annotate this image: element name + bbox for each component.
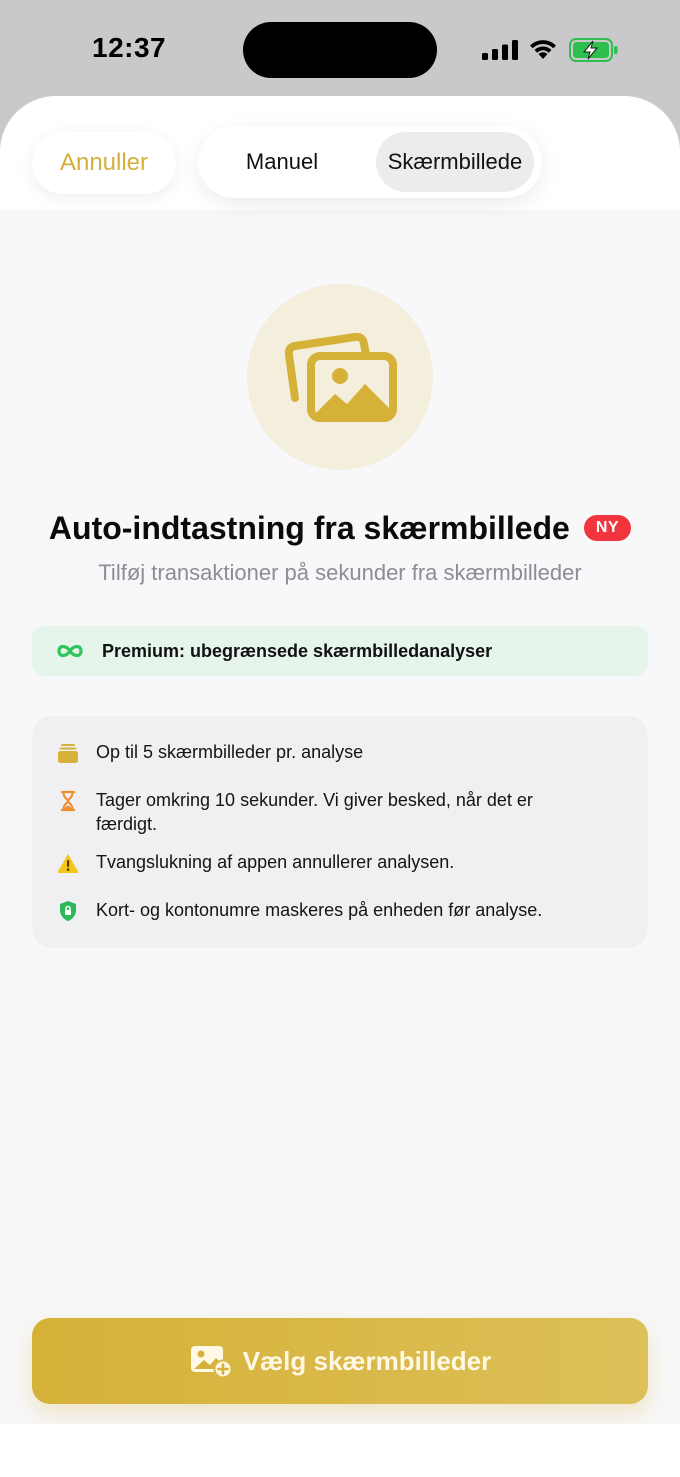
info-item-text: Op til 5 skærmbilleder pr. analyse xyxy=(96,742,364,762)
info-item-limit: Op til 5 skærmbilleder pr. analyse xyxy=(56,740,576,765)
tab-screenshot[interactable]: Skærmbillede xyxy=(376,132,534,192)
infinity-icon xyxy=(57,644,83,658)
choose-screenshots-label: Vælg skærmbilleder xyxy=(242,1345,492,1376)
info-card: Op til 5 skærmbilleder pr. analyse Tager… xyxy=(32,716,648,948)
sheet-bottom-area xyxy=(0,1424,680,1477)
warning-icon xyxy=(57,854,79,873)
premium-banner: Premium: ubegrænsede skærmbilledanalyser xyxy=(32,626,648,676)
info-item-text: Tager omkring 10 sekunder. Vi giver besk… xyxy=(96,790,533,834)
stack-icon xyxy=(58,744,78,763)
modal-sheet: Annuller Manuel Skærmbillede Auto-indtas… xyxy=(0,96,680,1477)
info-item-text: Kort- og kontonumre maskeres på enheden … xyxy=(96,900,543,920)
mode-segmented-control: Manuel Skærmbillede xyxy=(198,126,542,198)
premium-banner-text: Premium: ubegrænsede skærmbilledanalyser xyxy=(102,640,493,661)
hourglass-icon xyxy=(60,790,76,812)
cellular-signal-icon xyxy=(482,40,518,60)
info-item-duration: Tager omkring 10 sekunder. Vi giver besk… xyxy=(56,788,576,836)
page-title: Auto-indtastning fra skærmbillede xyxy=(48,509,570,546)
dynamic-island xyxy=(243,22,437,78)
shield-lock-icon xyxy=(60,901,76,921)
tab-manual[interactable]: Manuel xyxy=(210,132,354,192)
status-time: 12:37 xyxy=(92,32,167,63)
title-row: Auto-indtastning fra skærmbillede NY xyxy=(0,508,680,548)
status-bar: 12:37 xyxy=(0,0,680,96)
info-item-warning: Tvangslukning af appen annullerer analys… xyxy=(56,850,576,875)
photos-icon xyxy=(285,332,397,422)
new-badge: NY xyxy=(583,515,632,541)
cancel-button[interactable]: Annuller xyxy=(32,132,176,194)
battery-charging-icon xyxy=(569,38,618,62)
info-item-text: Tvangslukning af appen annullerer analys… xyxy=(96,852,455,872)
page-subtitle: Tilføj transaktioner på sekunder fra skæ… xyxy=(98,560,582,585)
add-photo-icon xyxy=(190,1346,233,1378)
choose-screenshots-button[interactable]: Vælg skærmbilleder xyxy=(32,1318,648,1404)
hero-illustration xyxy=(247,284,433,470)
info-item-privacy: Kort- og kontonumre maskeres på enheden … xyxy=(56,898,576,923)
wifi-icon xyxy=(530,40,556,59)
